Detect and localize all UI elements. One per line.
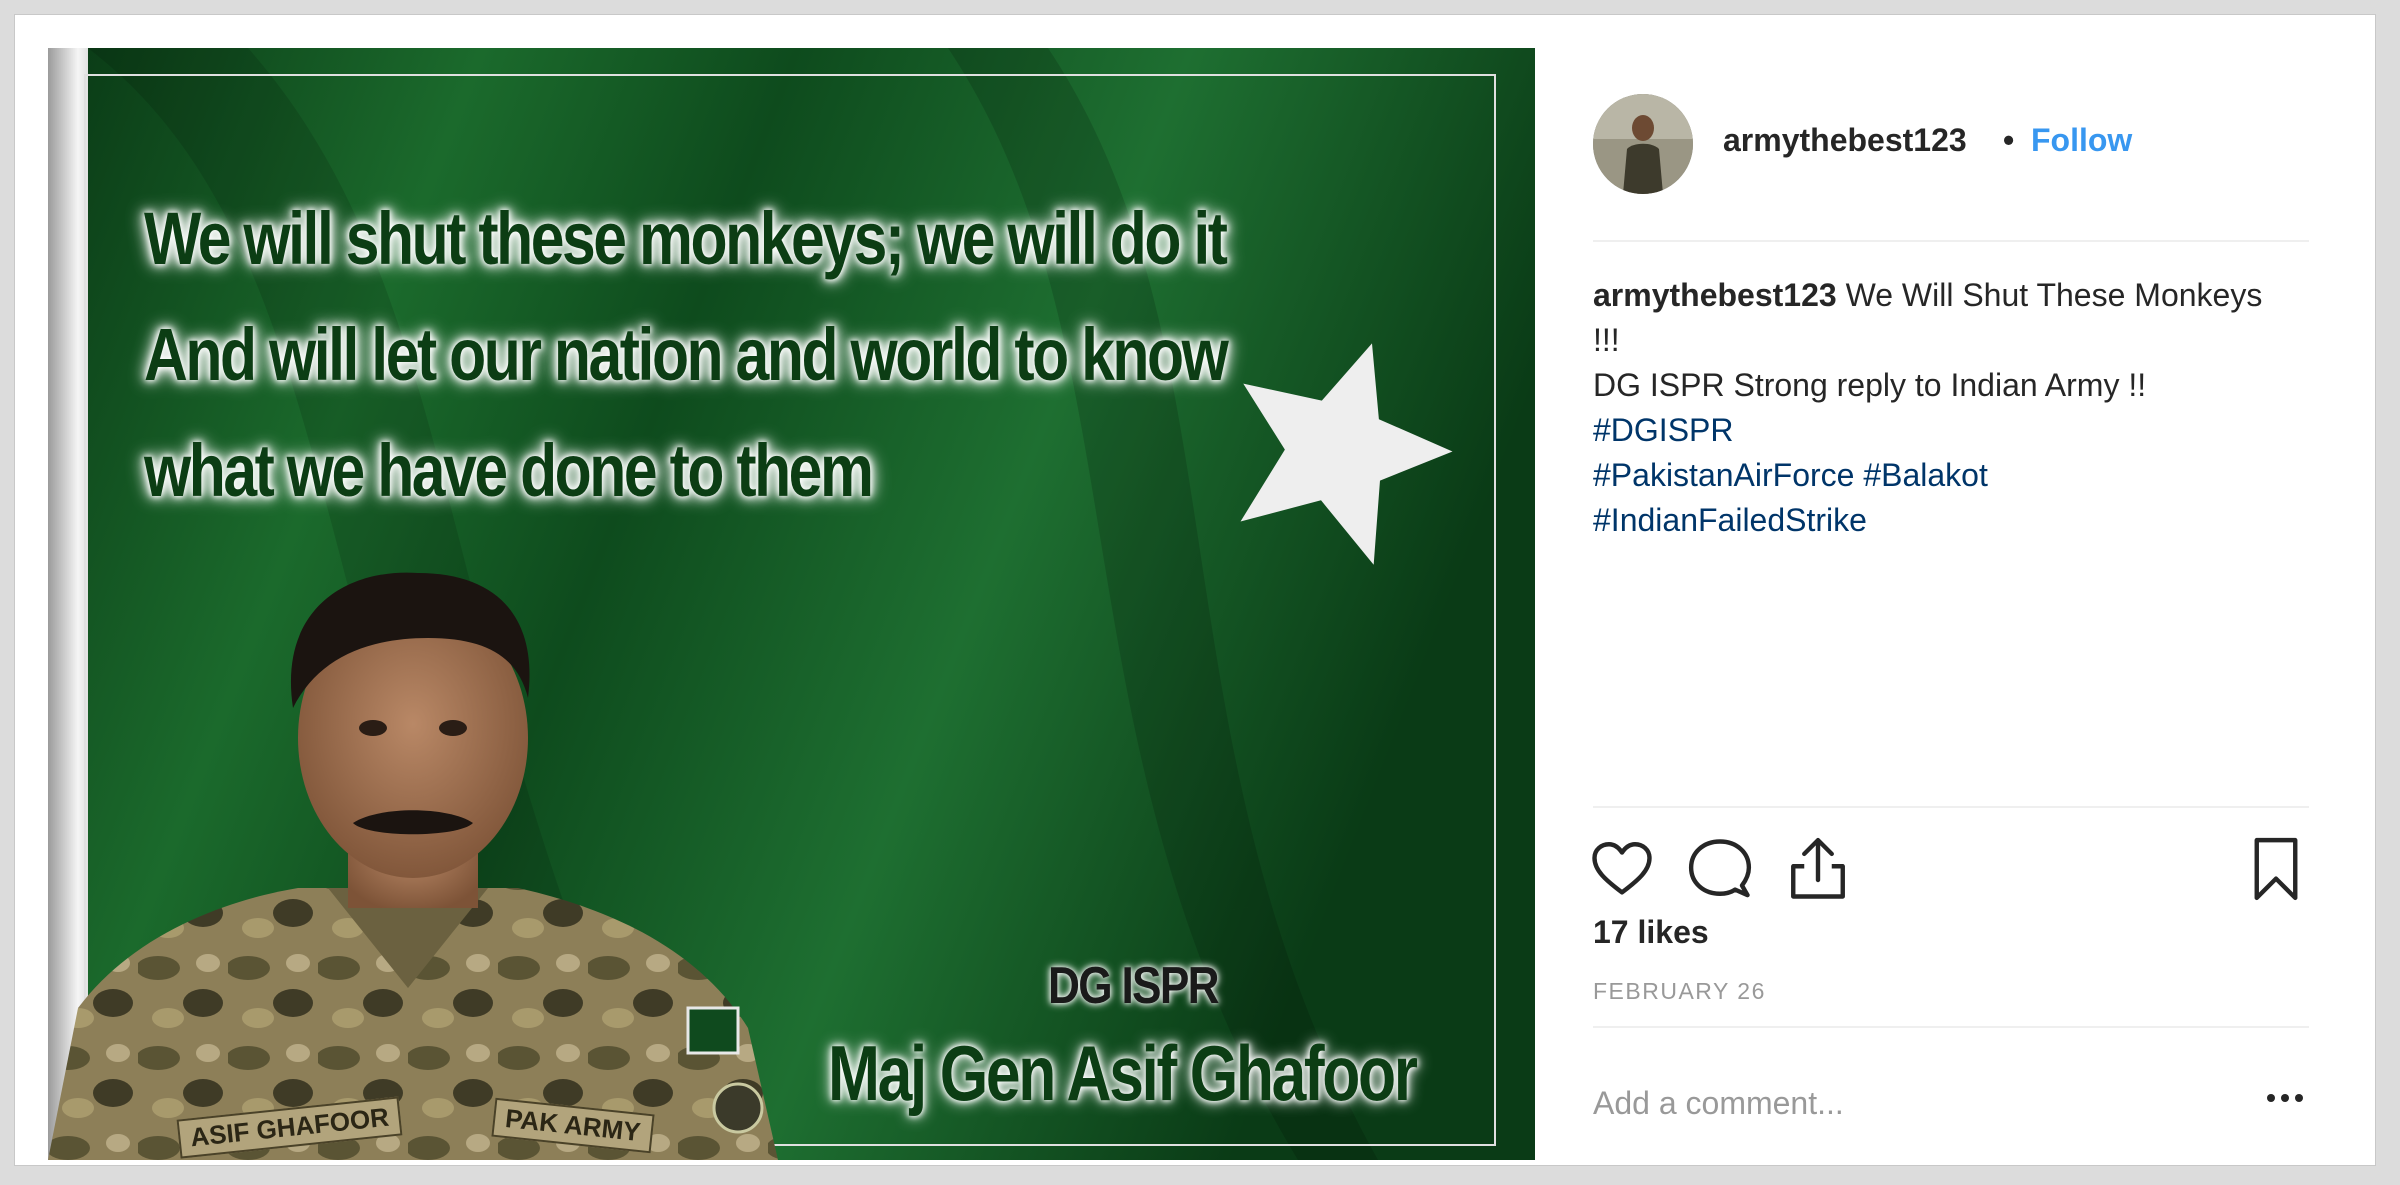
header-divider: [1593, 240, 2309, 242]
instagram-post-card: We will shut these monkeys; we will do i…: [14, 14, 2376, 1166]
post-date[interactable]: FEBRUARY 26: [1593, 978, 1766, 1005]
hashtag-link[interactable]: #DGISPR: [1593, 412, 1733, 448]
comment-divider: [1593, 1026, 2309, 1028]
hashtag-link[interactable]: #Balakot: [1863, 457, 1988, 493]
comment-icon: [1688, 839, 1752, 898]
share-button[interactable]: [1785, 836, 1851, 902]
follow-button[interactable]: Follow: [2031, 122, 2132, 159]
save-button[interactable]: [2243, 836, 2309, 902]
ellipsis-icon: [2267, 1094, 2303, 1102]
post-sidebar: armythebest123 • Follow armythebest123 W…: [1535, 48, 2367, 1160]
post-image[interactable]: We will shut these monkeys; we will do i…: [48, 48, 1535, 1160]
bookmark-icon: [2254, 837, 2298, 901]
post-caption: armythebest123 We Will Shut These Monkey…: [1593, 273, 2293, 543]
like-button[interactable]: [1589, 836, 1655, 902]
header-username[interactable]: armythebest123: [1723, 122, 1967, 159]
likes-count[interactable]: 17 likes: [1593, 914, 1709, 951]
avatar[interactable]: [1593, 94, 1693, 194]
comment-input[interactable]: [1593, 1073, 2233, 1133]
avatar-photo: [1593, 94, 1693, 194]
comment-button[interactable]: [1687, 836, 1753, 902]
quote-line-2: And will let our nation and world to kno…: [144, 313, 1229, 396]
share-icon: [1791, 837, 1845, 899]
caption-username[interactable]: armythebest123: [1593, 277, 1837, 313]
quote-line-3: what we have done to them: [144, 429, 874, 512]
caption-text-line2: DG ISPR Strong reply to Indian Army !!: [1593, 367, 2147, 403]
quote-line-1: We will shut these monkeys; we will do i…: [144, 197, 1228, 280]
actions-divider: [1593, 806, 2309, 808]
more-options-button[interactable]: [2261, 1078, 2309, 1118]
heart-icon: [1592, 842, 1652, 895]
hashtag-link[interactable]: #IndianFailedStrike: [1593, 502, 1867, 538]
officer-name: Maj Gen Asif Ghafoor: [828, 1029, 1418, 1117]
header-separator: •: [2003, 122, 2015, 158]
officer-title: DG ISPR: [1048, 957, 1220, 1015]
hashtag-link[interactable]: #PakistanAirForce: [1593, 457, 1854, 493]
